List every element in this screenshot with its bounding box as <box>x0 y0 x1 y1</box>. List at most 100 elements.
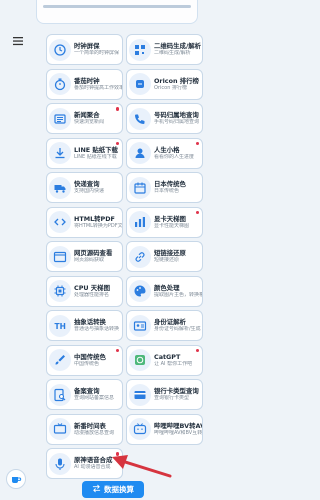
tool-subtitle: 支持国内快递 <box>74 188 105 194</box>
tool-title: 快递查询 <box>74 180 100 188</box>
new-badge-dot <box>115 141 119 145</box>
menu-icon[interactable] <box>12 32 24 46</box>
tool-subtitle: 番茄时钟提高工作效率 <box>74 84 122 91</box>
tool-card[interactable]: LINE 贴纸下载 LINE 贴纸在线下载 <box>46 137 123 169</box>
tool-title: 哔哩哔哩BV转AV <box>154 421 202 430</box>
tool-title: 中国传统色 <box>74 352 106 361</box>
tool-title: 日本传统色 <box>154 180 186 188</box>
bar-chart-icon <box>129 211 151 233</box>
tool-subtitle: 中国传统色 <box>74 360 100 367</box>
new-badge-dot <box>115 107 119 111</box>
tool-card[interactable]: 备案查询 查询网站备案信息 <box>46 379 123 410</box>
tool-card[interactable]: 短链接还原 短链接还原 <box>126 241 203 272</box>
id-card-icon <box>129 314 151 337</box>
tool-card[interactable]: TH 抽象话转换 普通话与抽象话转换 <box>46 310 123 341</box>
tool-subtitle: 手机号码归属地查询 <box>154 119 200 125</box>
bilibili-icon <box>129 418 151 440</box>
new-badge-dot <box>195 348 199 352</box>
tv-icon <box>49 418 71 440</box>
link-icon <box>129 245 151 268</box>
tool-title: Oricon 排行榜 <box>154 76 199 85</box>
tool-subtitle: 处理器性能排名 <box>74 291 110 298</box>
tool-card[interactable]: 号码归属地查询 手机号码归属地查询 <box>126 103 203 134</box>
tool-title: 银行卡类型查询 <box>154 387 199 395</box>
tool-title: 新番时间表 <box>74 421 106 430</box>
palette-icon <box>129 280 151 302</box>
text-icon: TH <box>49 314 71 337</box>
tool-subtitle: 看看你的人生进度 <box>154 153 195 160</box>
tool-card[interactable]: 颜色处理提取图片主色，转换格式 <box>126 275 203 307</box>
tool-title: 显卡天梯图 <box>154 214 186 223</box>
tool-subtitle: 哔哩哔哩AV和BV互转 <box>154 429 202 436</box>
tool-subtitle: 一个简单的时钟屏保 <box>74 50 120 56</box>
clock-icon <box>49 38 71 61</box>
svg-text:TH: TH <box>55 322 66 331</box>
tool-subtitle: 网页源码获取 <box>74 257 105 263</box>
calendar-icon <box>129 176 151 199</box>
tool-title: LINE 贴纸下载 <box>74 145 118 154</box>
tool-card[interactable]: CatGPT 让 AI 帮你工作吧 <box>126 344 203 376</box>
tool-card[interactable]: 新闻聚合 快速浏览新闻 <box>46 103 123 134</box>
tool-subtitle: 快速浏览新闻 <box>74 119 105 125</box>
qrcode-icon <box>129 38 151 61</box>
tool-card[interactable]: 银行卡类型查询 查询银行卡类型 <box>126 379 203 410</box>
previous-row-remnant <box>36 0 198 24</box>
tool-subtitle: 将HTML转换为PDF文件 <box>74 222 122 229</box>
news-icon <box>49 107 71 130</box>
tool-title: 短链接还原 <box>154 249 186 257</box>
trophy-icon <box>129 73 151 95</box>
tool-subtitle: 普通话与抽象话转换 <box>74 326 120 332</box>
html-icon <box>49 211 71 233</box>
truck-icon <box>49 176 71 199</box>
tool-title: HTML转PDF <box>74 214 115 223</box>
brush-icon <box>49 349 71 371</box>
tool-card[interactable]: 身份证解析 身份证号码解析/生成 <box>126 310 203 341</box>
new-badge-dot <box>115 348 119 352</box>
tool-title: 时钟屏保 <box>74 42 100 50</box>
tool-subtitle: 日本传统色 <box>154 188 180 194</box>
search-doc-icon <box>49 383 71 406</box>
swap-icon <box>92 484 101 495</box>
tool-title: 番茄时钟 <box>74 76 100 85</box>
tool-title: 网页源码查看 <box>74 249 113 257</box>
tool-card[interactable]: CPU 天梯图 处理器性能排名 <box>46 275 123 307</box>
tool-card[interactable]: 日本传统色 日本传统色 <box>126 172 203 203</box>
tool-title: 颜色处理 <box>154 283 180 292</box>
tool-card[interactable]: 人生小格 看看你的人生进度 <box>126 137 203 169</box>
data-conversion-button[interactable]: 数据换算 <box>82 480 144 498</box>
bottom-bar: 数据换算 <box>0 478 226 500</box>
tool-subtitle: 让 AI 帮你工作吧 <box>154 360 193 367</box>
tool-card[interactable]: 时钟屏保 一个简单的时钟屏保 <box>46 34 123 65</box>
bot-icon <box>129 349 151 371</box>
cpu-icon <box>49 280 71 302</box>
tool-card[interactable]: 网页源码查看 网页源码获取 <box>46 241 123 272</box>
person-grid-icon <box>129 142 151 164</box>
tool-card[interactable]: 番茄时钟 番茄时钟提高工作效率 <box>46 68 123 100</box>
download-icon <box>49 142 71 164</box>
bank-card-icon <box>129 383 151 406</box>
tool-card[interactable]: 新番时间表 动漫播放信息查询 <box>46 413 123 445</box>
tool-card[interactable]: 哔哩哔哩BV转AV 哔哩哔哩AV和BV互转 <box>126 413 203 445</box>
tool-subtitle: 二维码生成/解析 <box>154 50 191 56</box>
tool-subtitle: 查询网站备案信息 <box>74 395 115 401</box>
tool-card[interactable]: Oricon 排行榜 Oricon 排行榜 <box>126 68 203 100</box>
new-badge-dot <box>195 210 199 214</box>
tool-card[interactable]: 快递查询 支持国内快递 <box>46 172 123 203</box>
tool-subtitle: 查询银行卡类型 <box>154 395 190 401</box>
code-icon <box>49 245 71 268</box>
tool-card[interactable]: 显卡天梯图 显卡性能天梯图 <box>126 206 203 238</box>
tool-card[interactable]: 中国传统色 中国传统色 <box>46 344 123 376</box>
tool-title: 身份证解析 <box>154 318 186 326</box>
tool-subtitle: 提取图片主色，转换格式 <box>154 291 202 298</box>
data-conversion-label: 数据换算 <box>104 484 134 494</box>
tool-card[interactable]: 二维码生成/解析 二维码生成/解析 <box>126 34 203 65</box>
tool-subtitle: LINE 贴纸在线下载 <box>74 153 117 160</box>
tool-title: 备案查询 <box>74 387 100 395</box>
tools-grid: 时钟屏保 一个简单的时钟屏保 二维码生成/解析 二维码生成/解析 番茄时钟 番茄时钟提高工… <box>46 34 206 483</box>
tool-subtitle: 动漫播放信息查询 <box>74 429 115 436</box>
new-badge-dot <box>195 141 199 145</box>
tool-title: 二维码生成/解析 <box>154 42 202 50</box>
timer-icon <box>49 73 71 95</box>
tool-subtitle: Oricon 排行榜 <box>154 84 187 91</box>
tool-card[interactable]: HTML转PDF将HTML转换为PDF文件 <box>46 206 123 238</box>
